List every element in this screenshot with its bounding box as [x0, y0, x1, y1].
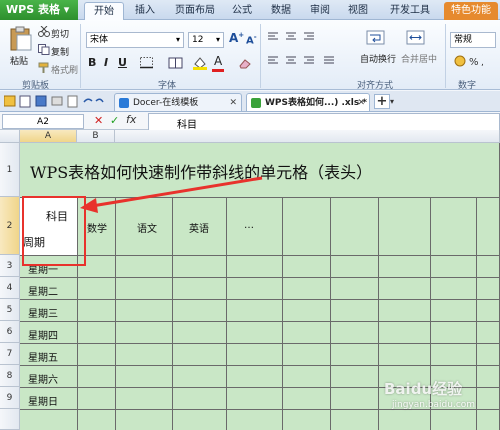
annotation-arrow-icon: [80, 176, 263, 213]
watermark-text: Baidu经验: [384, 380, 463, 398]
watermark-url: jingyan.baidu.com: [392, 400, 476, 410]
